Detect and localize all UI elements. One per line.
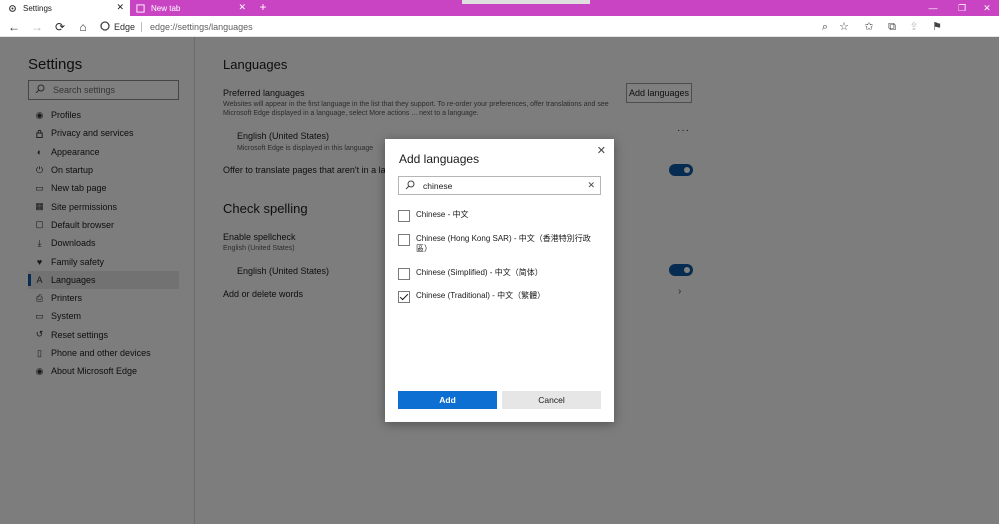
new-tab-button[interactable]: + [256,0,270,16]
edge-logo-icon [100,20,110,33]
newtab-favicon-icon [136,3,145,13]
close-icon[interactable]: ✕ [597,144,606,157]
add-languages-dialog: Add languages ✕ chinese ✕ Chinese - 中文 C… [385,139,614,422]
cancel-button[interactable]: Cancel [502,391,601,409]
title-bar-drag-handle[interactable] [462,0,590,4]
gear-icon [8,4,17,13]
browser-toolbar: ← → ⟳ ⌂ Edge edge://settings/languages ⌕… [0,16,999,37]
language-option-label: Chinese - 中文 [416,210,469,219]
back-button[interactable]: ← [6,19,22,35]
language-option[interactable]: Chinese (Simplified) - 中文（简体） [398,268,601,280]
checkbox[interactable] [398,268,410,280]
close-window-button[interactable]: ✕ [975,0,999,16]
address-separator [141,21,143,32]
tab-title: New tab [151,3,181,13]
close-tab-icon[interactable]: ✕ [238,2,246,13]
tab-title: Settings [23,3,52,13]
search-icon [405,180,417,192]
minimize-button[interactable]: — [921,0,945,16]
language-option-label: Chinese (Hong Kong SAR) - 中文（香港特別行政區） [416,234,591,253]
favorite-star-icon[interactable]: ☆ [836,19,852,35]
feedback-icon[interactable]: ⚑ [929,19,945,35]
language-option[interactable]: Chinese (Traditional) - 中文（繁體） [398,291,601,303]
favorites-icon[interactable]: ✩ [861,19,877,35]
add-button[interactable]: Add [398,391,497,409]
language-option[interactable]: Chinese (Hong Kong SAR) - 中文（香港特別行政區） [398,234,601,254]
language-option-label: Chinese (Simplified) - 中文（简体） [416,268,543,277]
address-brand: Edge [114,21,136,32]
language-option-label: Chinese (Traditional) - 中文（繁體） [416,291,546,300]
checkbox[interactable] [398,210,410,222]
close-tab-icon[interactable]: ✕ [116,2,124,13]
zoom-icon[interactable]: ⌕ [817,19,833,35]
forward-button[interactable]: → [29,19,45,35]
tab-new-tab[interactable]: New tab ✕ [130,0,252,16]
address-url[interactable]: edge://settings/languages [150,22,253,32]
clear-search-icon[interactable]: ✕ [587,180,595,191]
share-icon[interactable]: ⇪ [906,19,922,35]
search-value: chinese [423,180,453,191]
home-button[interactable]: ⌂ [75,19,91,35]
checkbox[interactable] [398,234,410,246]
tab-settings[interactable]: Settings ✕ [0,0,130,16]
collections-icon[interactable]: ⧉ [884,19,900,35]
language-search-input[interactable]: chinese ✕ [398,176,601,195]
refresh-button[interactable]: ⟳ [52,19,68,35]
dialog-title: Add languages [399,152,480,166]
language-option[interactable]: Chinese - 中文 [398,210,601,222]
checkbox-checked[interactable] [398,291,410,303]
address-bar[interactable]: Edge edge://settings/languages [100,18,840,35]
maximize-button[interactable]: ❐ [950,0,974,16]
tab-strip: Settings ✕ New tab ✕ + — ❐ ✕ [0,0,999,16]
